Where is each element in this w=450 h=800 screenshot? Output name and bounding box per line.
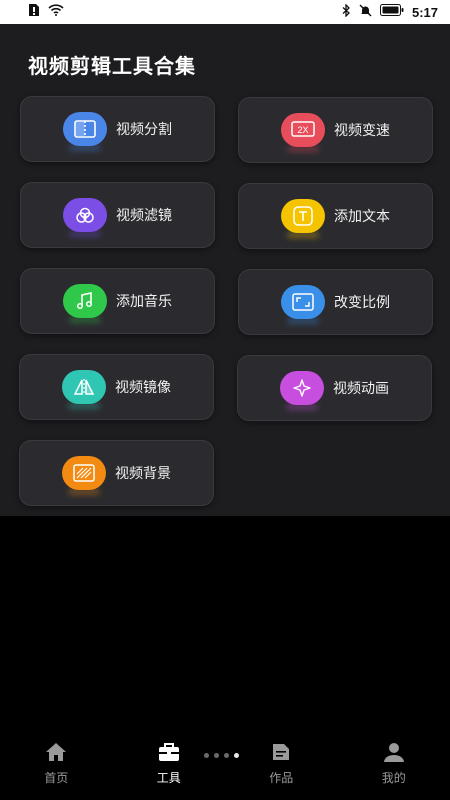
tool-label: 视频动画 bbox=[333, 381, 389, 397]
sim-icon bbox=[28, 3, 40, 21]
tool-card-mirror[interactable]: 视频镜像 bbox=[19, 354, 214, 420]
tab-works[interactable]: 作品 bbox=[241, 742, 321, 786]
tool-card-split[interactable]: 视频分割 bbox=[20, 96, 215, 162]
tool-label: 视频镜像 bbox=[115, 380, 171, 396]
bottom-tab-bar: 首页 工具 作品 我的 bbox=[0, 732, 450, 800]
tool-label: 改变比例 bbox=[334, 295, 390, 311]
tool-label: 添加文本 bbox=[334, 209, 390, 225]
user-icon bbox=[383, 742, 405, 765]
tool-card-music[interactable]: 添加音乐 bbox=[20, 268, 215, 334]
music-note-icon bbox=[63, 284, 107, 318]
battery-icon bbox=[379, 4, 404, 20]
filter-icon bbox=[63, 198, 107, 232]
tool-card-background[interactable]: 视频背景 bbox=[19, 440, 214, 506]
sparkle-icon bbox=[280, 371, 324, 405]
document-icon bbox=[271, 742, 291, 765]
tab-mine[interactable]: 我的 bbox=[354, 742, 434, 786]
page-title: 视频剪辑工具合集 bbox=[28, 54, 196, 78]
tool-card-text[interactable]: 添加文本 bbox=[238, 183, 433, 249]
tool-label: 视频背景 bbox=[115, 466, 171, 482]
tool-label: 视频变速 bbox=[334, 123, 390, 139]
background-icon bbox=[62, 456, 106, 490]
tab-tools[interactable]: 工具 bbox=[129, 742, 209, 786]
tab-home[interactable]: 首页 bbox=[16, 742, 96, 786]
aspect-ratio-icon bbox=[281, 285, 325, 319]
wifi-icon bbox=[48, 4, 64, 20]
clock: 5:17 bbox=[411, 4, 438, 20]
tab-label: 工具 bbox=[156, 771, 181, 785]
mute-bell-icon bbox=[359, 4, 372, 21]
speed-2x-icon: 2X bbox=[281, 113, 325, 147]
bluetooth-icon bbox=[342, 2, 351, 21]
tool-label: 视频滤镜 bbox=[116, 208, 172, 224]
tab-label: 首页 bbox=[44, 771, 69, 785]
status-bar: 5:17 bbox=[0, 0, 450, 24]
tool-label: 视频分割 bbox=[116, 122, 172, 138]
tool-label: 添加音乐 bbox=[116, 294, 172, 310]
mirror-icon bbox=[62, 370, 106, 404]
split-icon bbox=[63, 112, 107, 146]
tab-label: 我的 bbox=[381, 771, 406, 785]
text-icon bbox=[281, 199, 325, 233]
tool-card-aspect-ratio[interactable]: 改变比例 bbox=[238, 269, 433, 335]
tools-panel: 视频剪辑工具合集 视频分割 2X 视频变速 视频滤镜 添加文本 添加音乐 改变比… bbox=[0, 24, 450, 516]
home-icon bbox=[45, 742, 67, 765]
tool-card-animation[interactable]: 视频动画 bbox=[237, 355, 432, 421]
svg-text:2X: 2X bbox=[297, 125, 308, 135]
toolbox-icon bbox=[158, 742, 180, 765]
tab-label: 作品 bbox=[269, 771, 294, 785]
tool-card-speed[interactable]: 2X 视频变速 bbox=[238, 97, 433, 163]
tool-card-filter[interactable]: 视频滤镜 bbox=[20, 182, 215, 248]
